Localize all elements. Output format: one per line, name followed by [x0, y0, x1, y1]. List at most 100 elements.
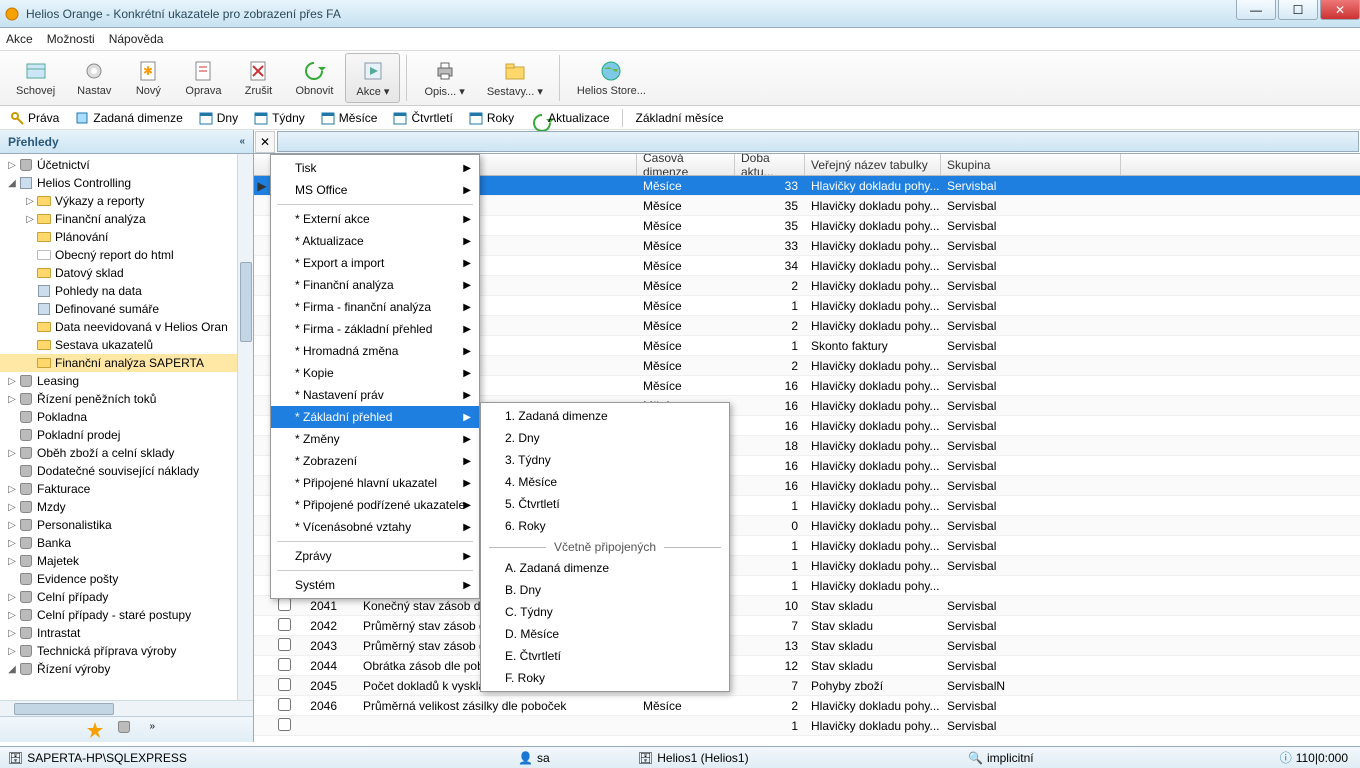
tree-node[interactable]: Sestava ukazatelů — [0, 336, 253, 354]
tree-node[interactable]: Datový sklad — [0, 264, 253, 282]
tree-node[interactable]: ▷Mzdy — [0, 498, 253, 516]
footer-star-icon[interactable] — [86, 721, 104, 739]
tree-twisty[interactable]: ▷ — [6, 646, 18, 657]
ctx-sub-item[interactable]: B. Dny — [481, 579, 729, 601]
ctx-item[interactable]: * Firma - základní přehled▶ — [271, 318, 479, 340]
ctx-item[interactable]: * Export a import▶ — [271, 252, 479, 274]
tree-node[interactable]: ▷Technická příprava výroby — [0, 642, 253, 660]
row-checkbox[interactable] — [278, 718, 291, 731]
tree-twisty[interactable]: ▷ — [6, 610, 18, 621]
ctx-item[interactable]: * Kopie▶ — [271, 362, 479, 384]
ctx-item[interactable]: * Firma - finanční analýza▶ — [271, 296, 479, 318]
tb2-dny[interactable]: Dny — [193, 111, 244, 125]
tree-twisty[interactable]: ◢ — [6, 664, 18, 675]
tree-node[interactable]: ▷Fakturace — [0, 480, 253, 498]
tb2-roky[interactable]: Roky — [463, 111, 520, 125]
ctx-item[interactable]: Systém▶ — [271, 574, 479, 596]
tree-node[interactable]: Data neevidovaná v Helios Oran — [0, 318, 253, 336]
ctx-item[interactable]: * Vícenásobné vztahy▶ — [271, 516, 479, 538]
ctx-sub-item[interactable]: A. Zadaná dimenze — [481, 557, 729, 579]
tree-node[interactable]: ▷Řízení peněžních toků — [0, 390, 253, 408]
toolbar-nov[interactable]: ✱Nový — [123, 53, 173, 103]
table-row[interactable]: 2045Počet dokladů k vyskladněn7Pohyby zb… — [254, 676, 1360, 696]
tree-node[interactable]: ▷Účetnictví — [0, 156, 253, 174]
ctx-item[interactable]: * Finanční analýza▶ — [271, 274, 479, 296]
ctx-sub-item[interactable]: C. Týdny — [481, 601, 729, 623]
tree-twisty[interactable]: ▷ — [6, 394, 18, 405]
ctx-item[interactable]: MS Office▶ — [271, 179, 479, 201]
tree-node[interactable]: ▷Leasing — [0, 372, 253, 390]
tree-node[interactable]: ◢Helios Controlling — [0, 174, 253, 192]
close-button[interactable]: ✕ — [1320, 0, 1360, 20]
table-row[interactable]: 1Hlavičky dokladu pohy...Servisbal — [254, 716, 1360, 736]
tree-twisty[interactable]: ◢ — [6, 178, 18, 189]
tree-twisty[interactable]: ▷ — [24, 214, 36, 225]
row-checkbox[interactable] — [278, 698, 291, 711]
tree-node[interactable]: ▷Celní případy — [0, 588, 253, 606]
toolbar-sestavy[interactable]: Sestavy... ▾ — [477, 53, 553, 103]
row-checkbox[interactable] — [278, 658, 291, 671]
tree-node[interactable]: Evidence pošty — [0, 570, 253, 588]
toolbar-opis[interactable]: Opis... ▾ — [414, 53, 474, 103]
tree-twisty[interactable]: ▷ — [6, 520, 18, 531]
col-ver[interactable]: Veřejný název tabulky — [805, 154, 941, 175]
tree-scrollbar[interactable] — [237, 154, 253, 700]
tree-node[interactable]: ▷Majetek — [0, 552, 253, 570]
tree-node[interactable]: Dodatečné související náklady — [0, 462, 253, 480]
table-row[interactable]: 2044Obrátka zásob dle poboček12Stav skla… — [254, 656, 1360, 676]
tb2-tvrtlet[interactable]: Čtvrtletí — [387, 111, 458, 125]
tree-node[interactable]: Pokladní prodej — [0, 426, 253, 444]
tree-node[interactable]: Plánování — [0, 228, 253, 246]
tab-close-button[interactable]: ✕ — [255, 131, 275, 153]
tree-twisty[interactable]: ▷ — [6, 484, 18, 495]
toolbar-obnovit[interactable]: Obnovit — [285, 53, 343, 103]
maximize-button[interactable]: ☐ — [1278, 0, 1318, 20]
tb2-aktualizace[interactable]: Aktualizace — [524, 111, 615, 125]
tree-twisty[interactable]: ▷ — [24, 196, 36, 207]
tree-node[interactable]: Pohledy na data — [0, 282, 253, 300]
tree-node[interactable]: Obecný report do html — [0, 246, 253, 264]
ctx-sub-item[interactable]: F. Roky — [481, 667, 729, 689]
table-row[interactable]: 2041Konečný stav zásob dle záso10Stav sk… — [254, 596, 1360, 616]
tree-twisty[interactable]: ▷ — [6, 592, 18, 603]
ctx-sub-item[interactable]: D. Měsíce — [481, 623, 729, 645]
tree-node[interactable]: ◢Řízení výroby — [0, 660, 253, 678]
ctx-sub-item[interactable]: 1. Zadaná dimenze — [481, 405, 729, 427]
tree-twisty[interactable]: ▷ — [6, 448, 18, 459]
ctx-sub-item[interactable]: 3. Týdny — [481, 449, 729, 471]
menu-moznosti[interactable]: Možnosti — [47, 32, 95, 46]
tree-h-scrollbar[interactable] — [0, 700, 253, 716]
ctx-item[interactable]: * Zobrazení▶ — [271, 450, 479, 472]
ctx-item[interactable]: * Připojené hlavní ukazatel▶ — [271, 472, 479, 494]
row-checkbox[interactable] — [278, 638, 291, 651]
ctx-item[interactable]: * Nastavení práv▶ — [271, 384, 479, 406]
tree-twisty[interactable]: ▷ — [6, 538, 18, 549]
ctx-item[interactable]: * Externí akce▶ — [271, 208, 479, 230]
toolbar-oprava[interactable]: Oprava — [175, 53, 231, 103]
tree-twisty[interactable]: ▷ — [6, 502, 18, 513]
table-row[interactable]: 2042Průměrný stav zásob dle pol7Stav skl… — [254, 616, 1360, 636]
tb2-zadandimenze[interactable]: Zadaná dimenze — [69, 111, 188, 125]
tree-node[interactable]: ▷Celní případy - staré postupy — [0, 606, 253, 624]
tree-node[interactable]: ▷Intrastat — [0, 624, 253, 642]
ctx-item[interactable]: * Změny▶ — [271, 428, 479, 450]
tree-twisty[interactable]: ▷ — [6, 376, 18, 387]
ctx-item[interactable]: Zprávy▶ — [271, 545, 479, 567]
tb2-msce[interactable]: Měsíce — [315, 111, 384, 125]
minimize-button[interactable]: — — [1236, 0, 1276, 20]
ctx-sub-item[interactable]: E. Čtvrtletí — [481, 645, 729, 667]
tree-node[interactable]: Finanční analýza SAPERTA — [0, 354, 253, 372]
tree-twisty[interactable]: ▷ — [6, 160, 18, 171]
footer-chevron-icon[interactable]: » — [150, 721, 168, 739]
ctx-sub-item[interactable]: 4. Měsíce — [481, 471, 729, 493]
menu-akce[interactable]: Akce — [6, 32, 33, 46]
group-drop-area[interactable] — [277, 131, 1359, 152]
ctx-sub-item[interactable]: 2. Dny — [481, 427, 729, 449]
toolbar-zruit[interactable]: Zrušit — [233, 53, 283, 103]
tb2-prva[interactable]: Práva — [4, 111, 65, 125]
toolbar-heliosstore[interactable]: Helios Store... — [567, 53, 656, 103]
ctx-sub-item[interactable]: 6. Roky — [481, 515, 729, 537]
ctx-item[interactable]: * Hromadná změna▶ — [271, 340, 479, 362]
row-checkbox[interactable] — [278, 678, 291, 691]
sidebar-collapse-icon[interactable]: « — [239, 136, 245, 147]
